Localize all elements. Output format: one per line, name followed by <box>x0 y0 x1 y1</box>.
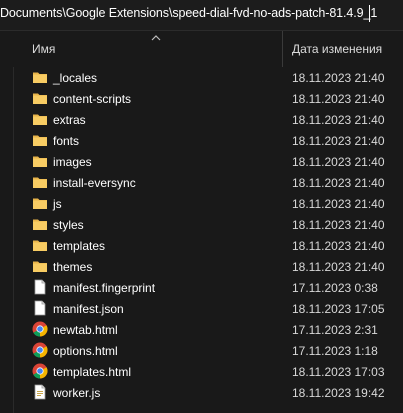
file-date-modified: 18.11.2023 17:03 <box>292 365 385 379</box>
folder-icon <box>32 216 48 232</box>
folder-icon <box>32 132 48 148</box>
file-name: images <box>53 155 92 169</box>
file-date-modified: 18.11.2023 21:40 <box>292 176 385 190</box>
column-header-date-modified[interactable]: Дата изменения <box>292 42 382 56</box>
file-name: styles <box>53 218 84 232</box>
chrome-html-icon <box>32 342 48 358</box>
file-icon <box>32 279 48 295</box>
file-date-modified: 18.11.2023 21:40 <box>292 92 385 106</box>
file-date-modified: 18.11.2023 21:40 <box>292 197 385 211</box>
file-name: content-scripts <box>53 92 132 106</box>
file-name: manifest.json <box>53 302 124 316</box>
folder-icon <box>32 153 48 169</box>
file-name: templates <box>53 239 106 253</box>
file-row[interactable]: install-eversync 18.11.2023 21:40 <box>0 172 403 193</box>
file-row[interactable]: options.html 17.11.2023 1:18 <box>0 340 403 361</box>
file-date-modified: 18.11.2023 17:05 <box>292 302 385 316</box>
file-row[interactable]: content-scripts 18.11.2023 21:40 <box>0 88 403 109</box>
folder-icon <box>32 90 48 106</box>
address-bar[interactable]: Documents\Google Extensions\speed-dial-f… <box>0 0 403 31</box>
file-row[interactable]: newtab.html 17.11.2023 2:31 <box>0 319 403 340</box>
file-date-modified: 17.11.2023 0:38 <box>292 281 378 295</box>
file-date-modified: 18.11.2023 19:42 <box>292 386 385 400</box>
file-row[interactable]: worker.js 18.11.2023 19:42 <box>0 382 403 403</box>
file-name: worker.js <box>53 386 101 400</box>
file-name: fonts <box>53 134 80 148</box>
file-row[interactable]: images 18.11.2023 21:40 <box>0 151 403 172</box>
folder-icon <box>32 237 48 253</box>
file-row[interactable]: templates.html 18.11.2023 17:03 <box>0 361 403 382</box>
column-header: Имя Дата изменения <box>0 31 403 67</box>
sort-ascending-icon <box>151 35 161 41</box>
folder-icon <box>32 258 48 274</box>
file-row[interactable]: templates 18.11.2023 21:40 <box>0 235 403 256</box>
file-date-modified: 18.11.2023 21:40 <box>292 260 385 274</box>
file-row[interactable]: themes 18.11.2023 21:40 <box>0 256 403 277</box>
file-row[interactable]: extras 18.11.2023 21:40 <box>0 109 403 130</box>
file-row[interactable]: js 18.11.2023 21:40 <box>0 193 403 214</box>
file-row[interactable]: manifest.json 18.11.2023 17:05 <box>0 298 403 319</box>
file-row[interactable]: fonts 18.11.2023 21:40 <box>0 130 403 151</box>
file-date-modified: 18.11.2023 21:40 <box>292 239 385 253</box>
js-file-icon <box>32 384 48 400</box>
file-name: templates.html <box>53 365 132 379</box>
path-segment-current-folder: speed-dial-fvd-no-ads-patch-81.4.9_1 <box>172 6 378 20</box>
folder-icon <box>32 195 48 211</box>
folder-icon <box>32 111 48 127</box>
file-date-modified: 18.11.2023 21:40 <box>292 113 385 127</box>
file-name: themes <box>53 260 93 274</box>
folder-icon <box>32 174 48 190</box>
file-date-modified: 18.11.2023 21:40 <box>292 155 385 169</box>
column-divider[interactable] <box>282 31 283 67</box>
file-date-modified: 17.11.2023 2:31 <box>292 323 378 337</box>
file-date-modified: 18.11.2023 21:40 <box>292 71 385 85</box>
chrome-html-icon <box>32 363 48 379</box>
folder-icon <box>32 69 48 85</box>
path-segment-google-extensions: Google Extensions <box>65 6 169 20</box>
file-row[interactable]: _locales 18.11.2023 21:40 <box>0 67 403 88</box>
address-path[interactable]: Documents\Google Extensions\speed-dial-f… <box>0 6 377 20</box>
file-name: _locales <box>53 71 98 85</box>
column-header-name[interactable]: Имя <box>32 42 55 56</box>
file-name: newtab.html <box>53 323 118 337</box>
file-row[interactable]: manifest.fingerprint 17.11.2023 0:38 <box>0 277 403 298</box>
file-name: options.html <box>53 344 118 358</box>
path-segment-documents: Documents <box>0 6 63 20</box>
file-date-modified: 17.11.2023 1:18 <box>292 344 378 358</box>
file-name: install-eversync <box>53 176 136 190</box>
file-name: js <box>53 197 62 211</box>
file-date-modified: 18.11.2023 21:40 <box>292 134 385 148</box>
file-icon <box>32 300 48 316</box>
file-name: extras <box>53 113 86 127</box>
file-name: manifest.fingerprint <box>53 281 156 295</box>
file-date-modified: 18.11.2023 21:40 <box>292 218 385 232</box>
chrome-html-icon <box>32 321 48 337</box>
text-caret <box>369 5 370 22</box>
file-row[interactable]: styles 18.11.2023 21:40 <box>0 214 403 235</box>
